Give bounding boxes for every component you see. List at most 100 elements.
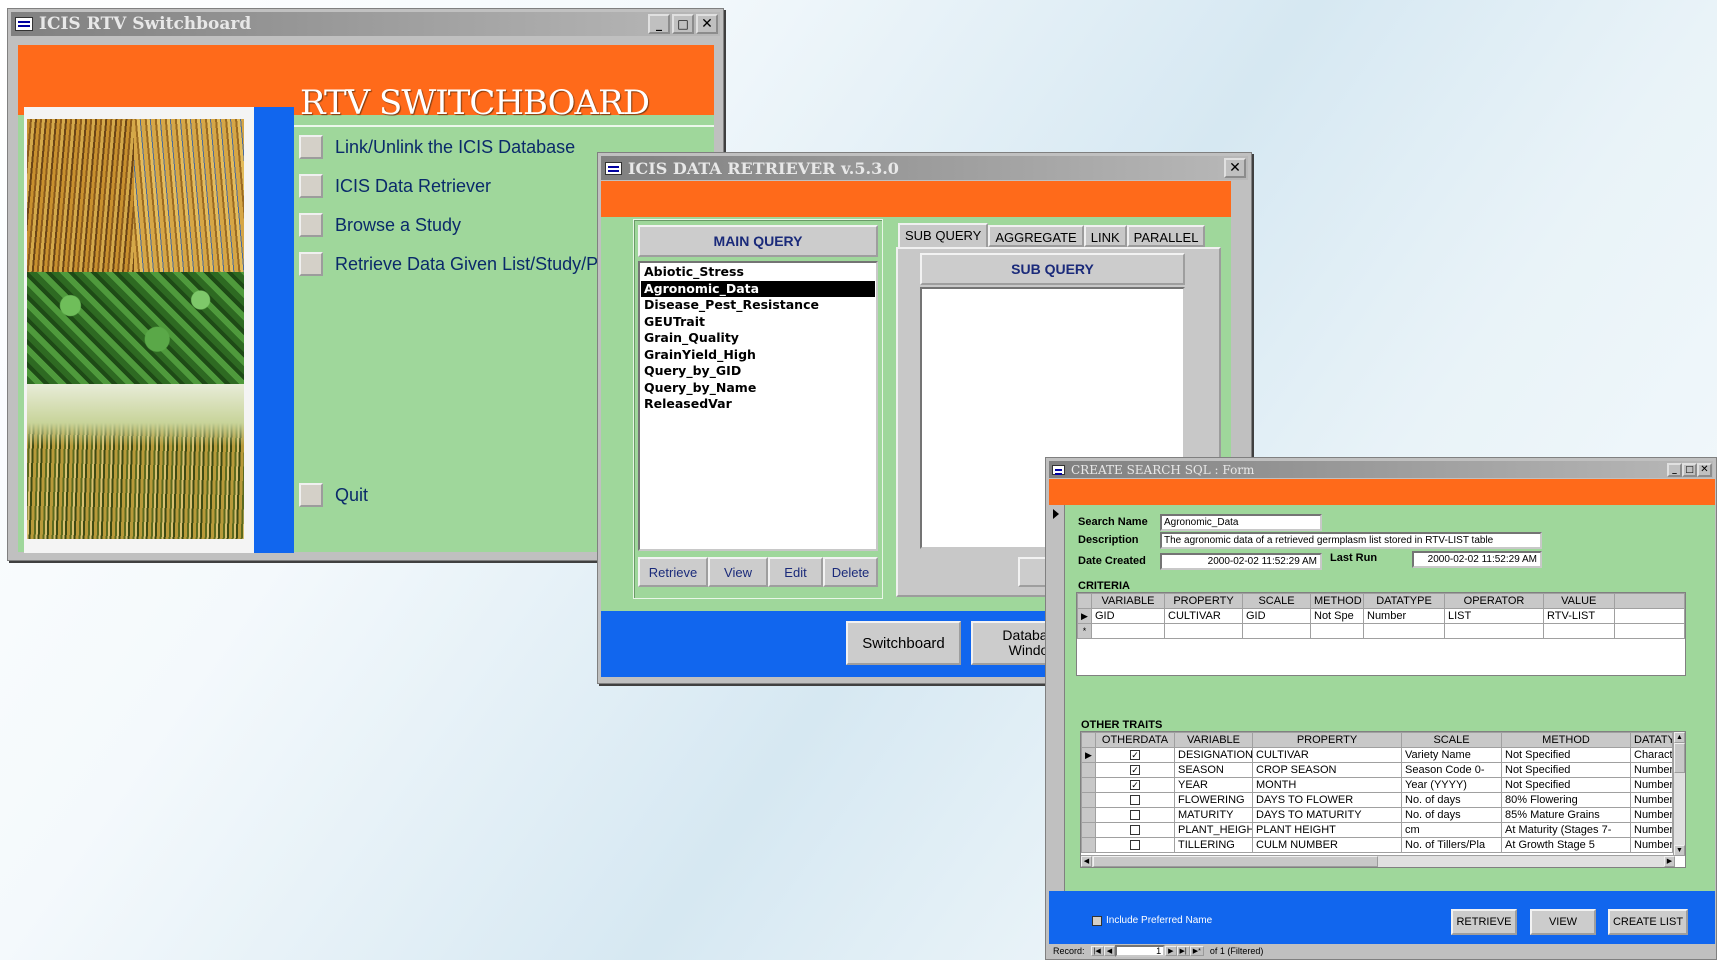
table-cell[interactable]: At Maturity (Stages 7- bbox=[1501, 822, 1631, 838]
table-cell[interactable]: No. of days bbox=[1401, 792, 1502, 808]
table-cell[interactable]: MONTH bbox=[1252, 777, 1402, 793]
delete-button[interactable]: Delete bbox=[823, 557, 878, 587]
table-cell[interactable]: Number bbox=[1363, 608, 1445, 624]
otherdata-checkbox[interactable]: ✓ bbox=[1130, 765, 1140, 776]
table-cell[interactable]: DAYS TO FLOWER bbox=[1252, 792, 1402, 808]
sql-retrieve-button[interactable]: RETRIEVE bbox=[1451, 909, 1517, 935]
view-button[interactable]: View bbox=[708, 557, 768, 587]
sql-view-button[interactable]: VIEW bbox=[1530, 909, 1596, 935]
row-selector[interactable] bbox=[1081, 762, 1096, 778]
scroll-left-arrow-icon[interactable]: ◀ bbox=[1081, 856, 1092, 867]
close-button[interactable]: ✕ bbox=[1224, 158, 1246, 178]
include-preferred-checkbox[interactable] bbox=[1092, 915, 1102, 926]
query-list-item[interactable]: GEUTrait bbox=[641, 314, 875, 331]
table-cell[interactable]: SEASON bbox=[1174, 762, 1253, 778]
table-cell[interactable]: Season Code 0- bbox=[1401, 762, 1502, 778]
table-cell[interactable]: Number bbox=[1630, 792, 1673, 808]
description-field[interactable]: The agronomic data of a retrieved germpl… bbox=[1160, 532, 1542, 549]
new-record-icon[interactable]: ▶* bbox=[1189, 946, 1204, 956]
switchboard-item-retriever[interactable]: ICIS Data Retriever bbox=[299, 174, 491, 198]
table-cell[interactable]: Characte bbox=[1630, 747, 1673, 763]
maximize-button[interactable]: □ bbox=[672, 14, 694, 34]
table-row[interactable]: PLANT_HEIGHTPLANT HEIGHTcmAt Maturity (S… bbox=[1081, 822, 1673, 838]
scroll-down-arrow-icon[interactable]: ▼ bbox=[1674, 845, 1685, 856]
scroll-thumb[interactable] bbox=[1674, 743, 1685, 773]
retrieve-button[interactable]: Retrieve bbox=[638, 557, 708, 587]
table-cell[interactable]: FLOWERING bbox=[1174, 792, 1253, 808]
table-cell[interactable] bbox=[1164, 623, 1243, 639]
retriever-titlebar[interactable]: ICIS DATA RETRIEVER v.5.3.0 ✕ bbox=[601, 156, 1248, 180]
search-name-field[interactable]: Agronomic_Data bbox=[1160, 514, 1322, 531]
table-cell[interactable]: CULTIVAR bbox=[1164, 608, 1243, 624]
query-list-item[interactable]: Disease_Pest_Resistance bbox=[641, 297, 875, 314]
table-cell[interactable]: TILLERING bbox=[1174, 837, 1253, 853]
next-record-icon[interactable]: ▶ bbox=[1165, 946, 1177, 956]
table-cell[interactable]: Not Specified bbox=[1501, 747, 1631, 763]
table-cell[interactable]: At Growth Stage 5 bbox=[1501, 837, 1631, 853]
table-cell[interactable] bbox=[1543, 623, 1615, 639]
table-cell[interactable]: Not Specified bbox=[1501, 777, 1631, 793]
option-button[interactable] bbox=[299, 252, 323, 276]
table-cell[interactable]: CROP SEASON bbox=[1252, 762, 1402, 778]
table-cell[interactable]: Not Spe bbox=[1310, 608, 1364, 624]
table-row[interactable]: ▶ GID CULTIVAR GID Not Spe Number LIST RTV-LIST bbox=[1077, 608, 1685, 624]
sqlform-titlebar[interactable]: CREATE SEARCH SQL : Form _ □ ✕ bbox=[1049, 461, 1713, 478]
date-created-field[interactable]: 2000-02-02 11:52:29 AM bbox=[1160, 553, 1322, 570]
query-list-item[interactable]: Grain_Quality bbox=[641, 330, 875, 347]
otherdata-checkbox[interactable] bbox=[1130, 810, 1140, 821]
table-cell[interactable]: Number bbox=[1630, 762, 1673, 778]
table-cell[interactable]: PLANT_HEIGHT bbox=[1174, 822, 1253, 838]
row-selector[interactable] bbox=[1081, 777, 1096, 793]
option-button[interactable] bbox=[299, 213, 323, 237]
table-cell[interactable]: RTV-LIST bbox=[1543, 608, 1615, 624]
table-cell[interactable] bbox=[1091, 623, 1165, 639]
vertical-scrollbar[interactable]: ▲ ▼ bbox=[1673, 732, 1685, 856]
switchboard-titlebar[interactable]: ICIS RTV Switchboard _ □ ✕ bbox=[11, 12, 720, 36]
table-cell[interactable]: 80% Flowering bbox=[1501, 792, 1631, 808]
table-cell[interactable]: CULM NUMBER bbox=[1252, 837, 1402, 853]
query-list-item[interactable]: Agronomic_Data bbox=[641, 280, 875, 297]
switchboard-item-retrieve-data[interactable]: Retrieve Data Given List/Study/P bbox=[299, 252, 598, 276]
first-record-icon[interactable]: |◀ bbox=[1090, 946, 1104, 956]
create-list-button[interactable]: CREATE LIST bbox=[1608, 909, 1688, 935]
table-row[interactable]: ✓ YEAR MONTH Year (YYYY) Not Specified Number bbox=[1081, 777, 1673, 793]
otherdata-checkbox[interactable]: ✓ bbox=[1130, 780, 1140, 791]
tab-parallel[interactable]: PARALLEL bbox=[1126, 225, 1206, 247]
query-list-item[interactable]: GrainYield_High bbox=[641, 347, 875, 364]
maximize-button[interactable]: □ bbox=[1682, 462, 1697, 477]
table-cell[interactable]: PLANT HEIGHT bbox=[1252, 822, 1402, 838]
table-row[interactable]: ✓ SEASON CROP SEASON Season Code 0- Not Spec… bbox=[1081, 762, 1673, 778]
prev-record-icon[interactable]: ◀ bbox=[1103, 946, 1116, 956]
table-cell[interactable]: Number bbox=[1630, 822, 1673, 838]
table-row[interactable]: TILLERING CULM NUMBER No. of Tillers/Pla At… bbox=[1081, 837, 1673, 853]
table-cell[interactable]: 85% Mature Grains bbox=[1501, 807, 1631, 823]
table-cell[interactable] bbox=[1242, 623, 1311, 639]
query-list-item[interactable]: ReleasedVar bbox=[641, 396, 875, 413]
tab-sub-query[interactable]: SUB QUERY bbox=[898, 223, 989, 247]
hscroll-thumb[interactable] bbox=[1093, 856, 1378, 867]
row-selector[interactable] bbox=[1081, 792, 1096, 808]
table-cell[interactable] bbox=[1613, 623, 1685, 639]
horizontal-scrollbar[interactable]: ◀ ▶ bbox=[1081, 855, 1675, 867]
otherdata-checkbox[interactable]: ✓ bbox=[1130, 750, 1140, 761]
quit-button[interactable] bbox=[299, 483, 323, 507]
table-cell[interactable]: No. of Tillers/Pla bbox=[1401, 837, 1502, 853]
close-button[interactable]: ✕ bbox=[696, 14, 718, 34]
query-list-item[interactable]: Query_by_Name bbox=[641, 380, 875, 397]
table-cell[interactable]: LIST bbox=[1444, 608, 1544, 624]
table-cell[interactable]: GID bbox=[1091, 608, 1165, 624]
row-selector[interactable] bbox=[1081, 807, 1096, 823]
main-query-list[interactable]: Abiotic_Stress Agronomic_Data Disease_Pest… bbox=[638, 261, 878, 551]
switchboard-item-browse[interactable]: Browse a Study bbox=[299, 213, 461, 237]
table-cell[interactable]: DAYS TO MATURITY bbox=[1252, 807, 1402, 823]
table-cell[interactable]: Year (YYYY) bbox=[1401, 777, 1502, 793]
minimize-button[interactable]: _ bbox=[1667, 462, 1682, 477]
tab-aggregate[interactable]: AGGREGATE bbox=[988, 225, 1084, 247]
scroll-right-arrow-icon[interactable]: ▶ bbox=[1664, 856, 1675, 867]
query-list-item[interactable]: Abiotic_Stress bbox=[641, 264, 875, 281]
table-cell[interactable]: GID bbox=[1242, 608, 1311, 624]
row-selector[interactable] bbox=[1081, 822, 1096, 838]
switchboard-item-link[interactable]: Link/Unlink the ICIS Database bbox=[299, 135, 575, 159]
switchboard-button[interactable]: Switchboard bbox=[846, 621, 961, 665]
new-row[interactable]: * bbox=[1077, 623, 1685, 639]
